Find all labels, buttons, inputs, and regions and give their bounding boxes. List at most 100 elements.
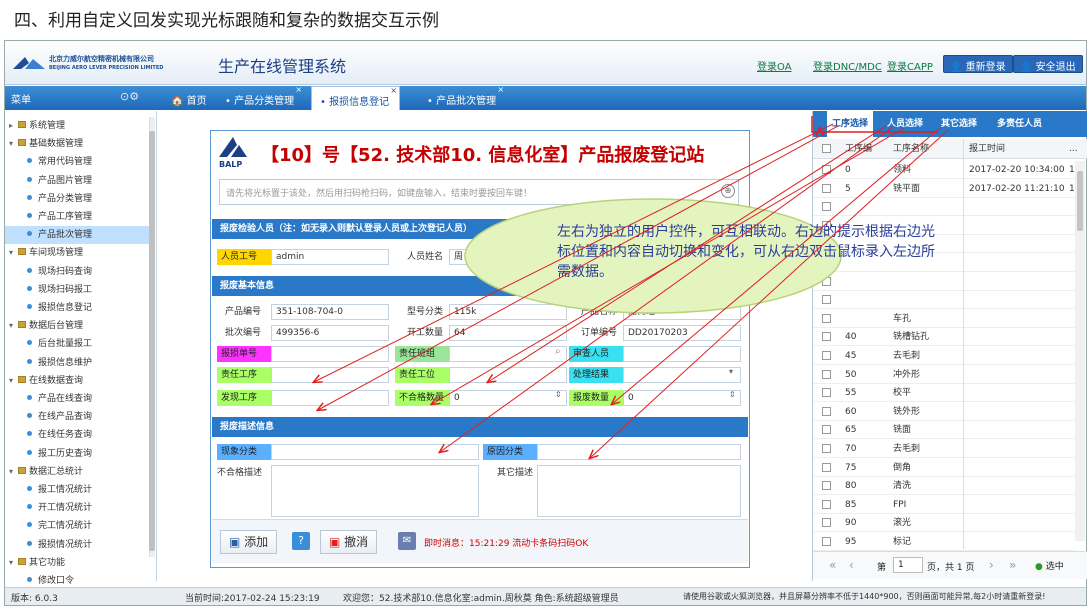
sidebar-item[interactable]: 报损信息登记: [5, 299, 151, 317]
table-row[interactable]: [813, 198, 1075, 217]
sidebar-item[interactable]: 产品图片管理: [5, 172, 151, 190]
sidebar-item[interactable]: ▾ 基础数据管理: [5, 135, 151, 153]
sidebar-item[interactable]: ▾ 在线数据查询: [5, 372, 151, 390]
sidebar-item[interactable]: 产品工序管理: [5, 208, 151, 226]
row-checkbox[interactable]: [822, 425, 831, 435]
report-no-input[interactable]: [271, 346, 389, 362]
table-row[interactable]: 5 铣平面 2017-02-20 11:21:10 1: [813, 180, 1075, 198]
link-login-capp[interactable]: 登录CAPP: [887, 58, 933, 73]
sidebar-item[interactable]: ▸ 系统管理: [5, 117, 151, 135]
resp-proc-input[interactable]: [271, 367, 389, 383]
logout-button[interactable]: 👤 安全退出: [1013, 55, 1083, 73]
resp-station-input[interactable]: [449, 367, 567, 383]
page-input[interactable]: 1: [893, 557, 923, 573]
cause-input[interactable]: [537, 444, 741, 460]
cancel-button[interactable]: ▣ 撤消: [320, 530, 378, 554]
sidebar-item[interactable]: 完工情况统计: [5, 517, 151, 535]
sidebar-item[interactable]: ▾ 其它功能: [5, 554, 151, 572]
row-checkbox[interactable]: [822, 518, 831, 528]
chevron-down-icon[interactable]: ▾: [9, 372, 18, 390]
sidebar-item[interactable]: 在线产品查询: [5, 408, 151, 426]
resp-team-input[interactable]: [449, 346, 567, 362]
nonconf-qty-input[interactable]: 0: [449, 390, 567, 406]
table-row[interactable]: 75 倒角: [813, 459, 1075, 477]
sidebar-item[interactable]: ▾ 车间现场管理: [5, 244, 151, 262]
chevron-down-icon[interactable]: ▾: [9, 317, 18, 335]
row-checkbox[interactable]: [822, 388, 831, 398]
phenomenon-input[interactable]: [271, 444, 479, 460]
add-button[interactable]: ▣ 添加: [220, 530, 278, 554]
grid-scroll-thumb[interactable]: [1077, 171, 1083, 231]
row-checkbox[interactable]: [822, 183, 831, 193]
relogin-button[interactable]: 👤 重新登录: [943, 55, 1013, 73]
chevron-right-icon[interactable]: ▸: [9, 117, 18, 135]
chevron-down-icon[interactable]: ▾: [9, 554, 18, 572]
sidebar-item[interactable]: 报工情况统计: [5, 481, 151, 499]
prev-page-icon[interactable]: ‹: [849, 558, 854, 572]
first-page-icon[interactable]: «: [829, 558, 836, 572]
table-row[interactable]: 车孔: [813, 310, 1075, 328]
col-process-code[interactable]: 工序编: [845, 140, 872, 158]
sidebar-item[interactable]: 产品分类管理: [5, 190, 151, 208]
tab-person-select[interactable]: 人员选择: [887, 111, 923, 137]
sidebar-item[interactable]: 产品批次管理: [5, 226, 151, 245]
sidebar-item[interactable]: 产品在线查询: [5, 390, 151, 408]
row-checkbox[interactable]: [822, 351, 831, 360]
tab-product-category[interactable]: • 产品分类管理 ×: [217, 85, 304, 110]
found-proc-input[interactable]: [271, 390, 389, 406]
select-button[interactable]: ● 选中: [1035, 559, 1064, 572]
tab-product-batch[interactable]: • 产品批次管理 ×: [419, 85, 506, 110]
tab-scrap-registration[interactable]: • 报损信息登记 ×: [311, 86, 401, 110]
table-row[interactable]: 40 铣槽钻孔: [813, 328, 1075, 347]
sidebar-item[interactable]: 报工历史查询: [5, 445, 151, 463]
sidebar-item[interactable]: ▾ 数据汇总统计: [5, 463, 151, 481]
sidebar-item[interactable]: 后台批量报工: [5, 335, 151, 353]
scrap-qty-input[interactable]: 0: [623, 390, 741, 406]
chevron-down-icon[interactable]: ▾: [729, 367, 733, 376]
stepper-icon[interactable]: ⇕: [555, 390, 562, 399]
search-icon[interactable]: ⌕: [555, 346, 561, 357]
table-row[interactable]: 0 领料 2017-02-20 10:34:00 1: [813, 161, 1075, 179]
link-login-dnc[interactable]: 登录DNC/MDC: [813, 58, 882, 73]
order-input[interactable]: DD20170203: [623, 325, 741, 341]
table-row[interactable]: 65 铣面: [813, 421, 1075, 440]
tab-other-select[interactable]: 其它选择: [941, 111, 977, 137]
row-checkbox[interactable]: [822, 444, 831, 453]
close-icon[interactable]: ×: [295, 85, 302, 94]
link-login-oa[interactable]: 登录OA: [757, 58, 792, 73]
select-all-checkbox[interactable]: [822, 144, 831, 153]
tab-process-select[interactable]: 工序选择: [827, 111, 874, 137]
row-checkbox[interactable]: [822, 462, 831, 472]
other-desc-textarea[interactable]: [537, 465, 741, 517]
sidebar-item[interactable]: 现场扫码报工: [5, 281, 151, 299]
tab-multi-responsible[interactable]: 多责任人员: [997, 111, 1042, 137]
chevron-down-icon[interactable]: ▾: [9, 135, 18, 153]
last-page-icon[interactable]: »: [1009, 558, 1016, 572]
row-checkbox[interactable]: [822, 537, 831, 546]
sidebar-item[interactable]: 报损信息维护: [5, 354, 151, 372]
table-row[interactable]: 90 滚光: [813, 514, 1075, 533]
sidebar-item[interactable]: ▾ 数据后台管理: [5, 317, 151, 335]
table-row[interactable]: 70 去毛刺: [813, 440, 1075, 458]
worker-id-input[interactable]: admin: [271, 249, 389, 265]
sidebar-item[interactable]: 现场扫码查询: [5, 263, 151, 281]
row-checkbox[interactable]: [822, 369, 831, 379]
col-process-name[interactable]: 工序名称: [893, 140, 929, 158]
col-more[interactable]: ...: [1069, 140, 1078, 158]
next-page-icon[interactable]: ›: [989, 558, 994, 572]
start-qty-input[interactable]: 64: [449, 325, 567, 341]
reviewer-input[interactable]: [623, 346, 741, 362]
row-checkbox[interactable]: [822, 499, 831, 509]
row-checkbox[interactable]: [822, 165, 831, 174]
sidebar-item[interactable]: 常用代码管理: [5, 153, 151, 171]
sidebar-item[interactable]: 开工情况统计: [5, 499, 151, 517]
chevron-down-icon[interactable]: ▾: [9, 244, 18, 262]
table-row[interactable]: 95 标记: [813, 533, 1075, 551]
sidebar-item[interactable]: 报损情况统计: [5, 536, 151, 554]
menu-tools-icon[interactable]: ⊙⚙: [120, 90, 139, 103]
stepper-icon[interactable]: ⇕: [729, 390, 736, 399]
nonconf-desc-textarea[interactable]: [271, 465, 479, 517]
table-row[interactable]: [813, 291, 1075, 310]
close-icon[interactable]: ×: [390, 86, 397, 95]
table-row[interactable]: 50 冲外形: [813, 366, 1075, 384]
